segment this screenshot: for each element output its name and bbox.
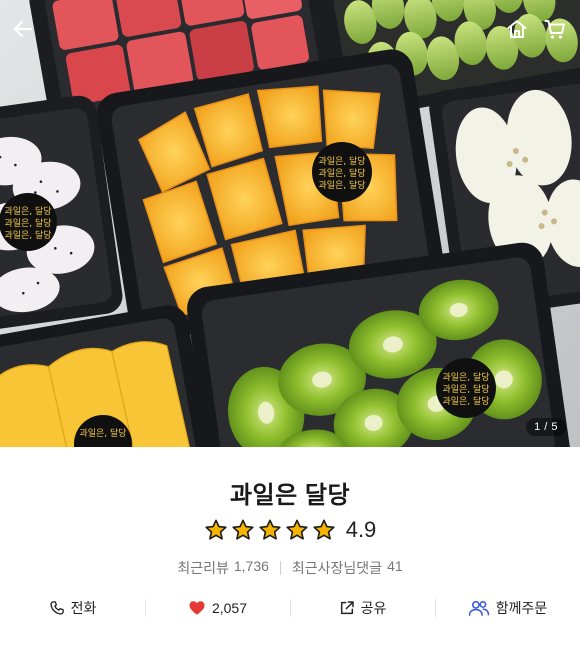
rating-row[interactable]: 4.9 bbox=[0, 517, 580, 543]
call-button[interactable]: 전화 bbox=[0, 590, 145, 626]
back-button[interactable] bbox=[6, 12, 40, 46]
share-icon bbox=[340, 601, 354, 615]
home-button[interactable] bbox=[500, 12, 534, 46]
home-icon bbox=[507, 20, 527, 38]
sticker-line-2: 과일은, 달당 bbox=[442, 383, 489, 395]
sticker-line-1: 과일은, 달당 bbox=[79, 427, 126, 439]
sticker-line-3: 과일은, 달당 bbox=[318, 179, 365, 191]
sticker-line-1: 과일은, 달당 bbox=[4, 205, 51, 217]
store-info-panel: 과일은 달당 4.9 최근리뷰 1,736 최근사장님댓글 41 전화 2,05… bbox=[0, 447, 580, 645]
recent-reviews-count: 1,736 bbox=[233, 558, 269, 574]
group-users-icon bbox=[468, 600, 489, 616]
owner-replies[interactable]: 최근사장님댓글 41 bbox=[292, 558, 403, 578]
image-counter-text: 1 / 5 bbox=[534, 421, 558, 433]
owner-replies-count: 41 bbox=[387, 558, 403, 574]
group-order-label: 함께주문 bbox=[495, 600, 548, 616]
star-icon bbox=[205, 519, 227, 540]
rating-stars bbox=[204, 518, 336, 542]
rating-value: 4.9 bbox=[345, 517, 377, 542]
store-name: 과일은 달당 bbox=[229, 482, 351, 509]
owner-replies-label: 최근사장님댓글 bbox=[291, 560, 383, 576]
share-button[interactable]: 공유 bbox=[290, 590, 435, 626]
share-label: 공유 bbox=[360, 600, 387, 616]
sticker-line-1: 과일은, 달당 bbox=[442, 371, 489, 383]
group-order-button[interactable]: 함께주문 bbox=[435, 590, 580, 626]
sticker-line-2: 과일은, 달당 bbox=[4, 217, 51, 229]
like-count: 2,057 bbox=[211, 600, 248, 616]
phone-icon bbox=[49, 601, 64, 615]
star-icon bbox=[259, 519, 281, 540]
sticker-line-1: 과일은, 달당 bbox=[318, 155, 365, 167]
star-icon bbox=[232, 519, 254, 540]
cart-icon bbox=[544, 20, 565, 39]
fruit-boxes-photo: 과일은, 달당 과일은, 달당 과일은, 달당 과일은, 달당 과일은, 달당 … bbox=[0, 0, 580, 447]
call-label: 전화 bbox=[70, 600, 97, 616]
sticker-line-2: 과일은, 달당 bbox=[318, 167, 365, 179]
recent-reviews-label: 최근리뷰 bbox=[177, 560, 229, 576]
star-icon bbox=[313, 519, 335, 540]
star-icon bbox=[286, 519, 308, 540]
sticker-line-3: 과일은, 달당 bbox=[442, 395, 489, 407]
image-counter-badge: 1 / 5 bbox=[526, 418, 566, 436]
review-summary: 최근리뷰 1,736 최근사장님댓글 41 bbox=[0, 558, 580, 578]
arrow-left-icon bbox=[13, 20, 33, 38]
action-bar: 전화 2,057 공유 함께주문 bbox=[0, 590, 580, 626]
recent-reviews[interactable]: 최근리뷰 1,736 bbox=[177, 558, 269, 578]
like-button[interactable]: 2,057 bbox=[145, 590, 290, 626]
top-navigation-bar bbox=[0, 0, 580, 56]
heart-icon bbox=[189, 601, 205, 615]
cart-button[interactable] bbox=[538, 12, 572, 46]
divider bbox=[279, 561, 281, 575]
product-photo-gallery[interactable]: 과일은, 달당 과일은, 달당 과일은, 달당 과일은, 달당 과일은, 달당 … bbox=[0, 0, 580, 447]
sticker-line-3: 과일은, 달당 bbox=[4, 229, 51, 241]
